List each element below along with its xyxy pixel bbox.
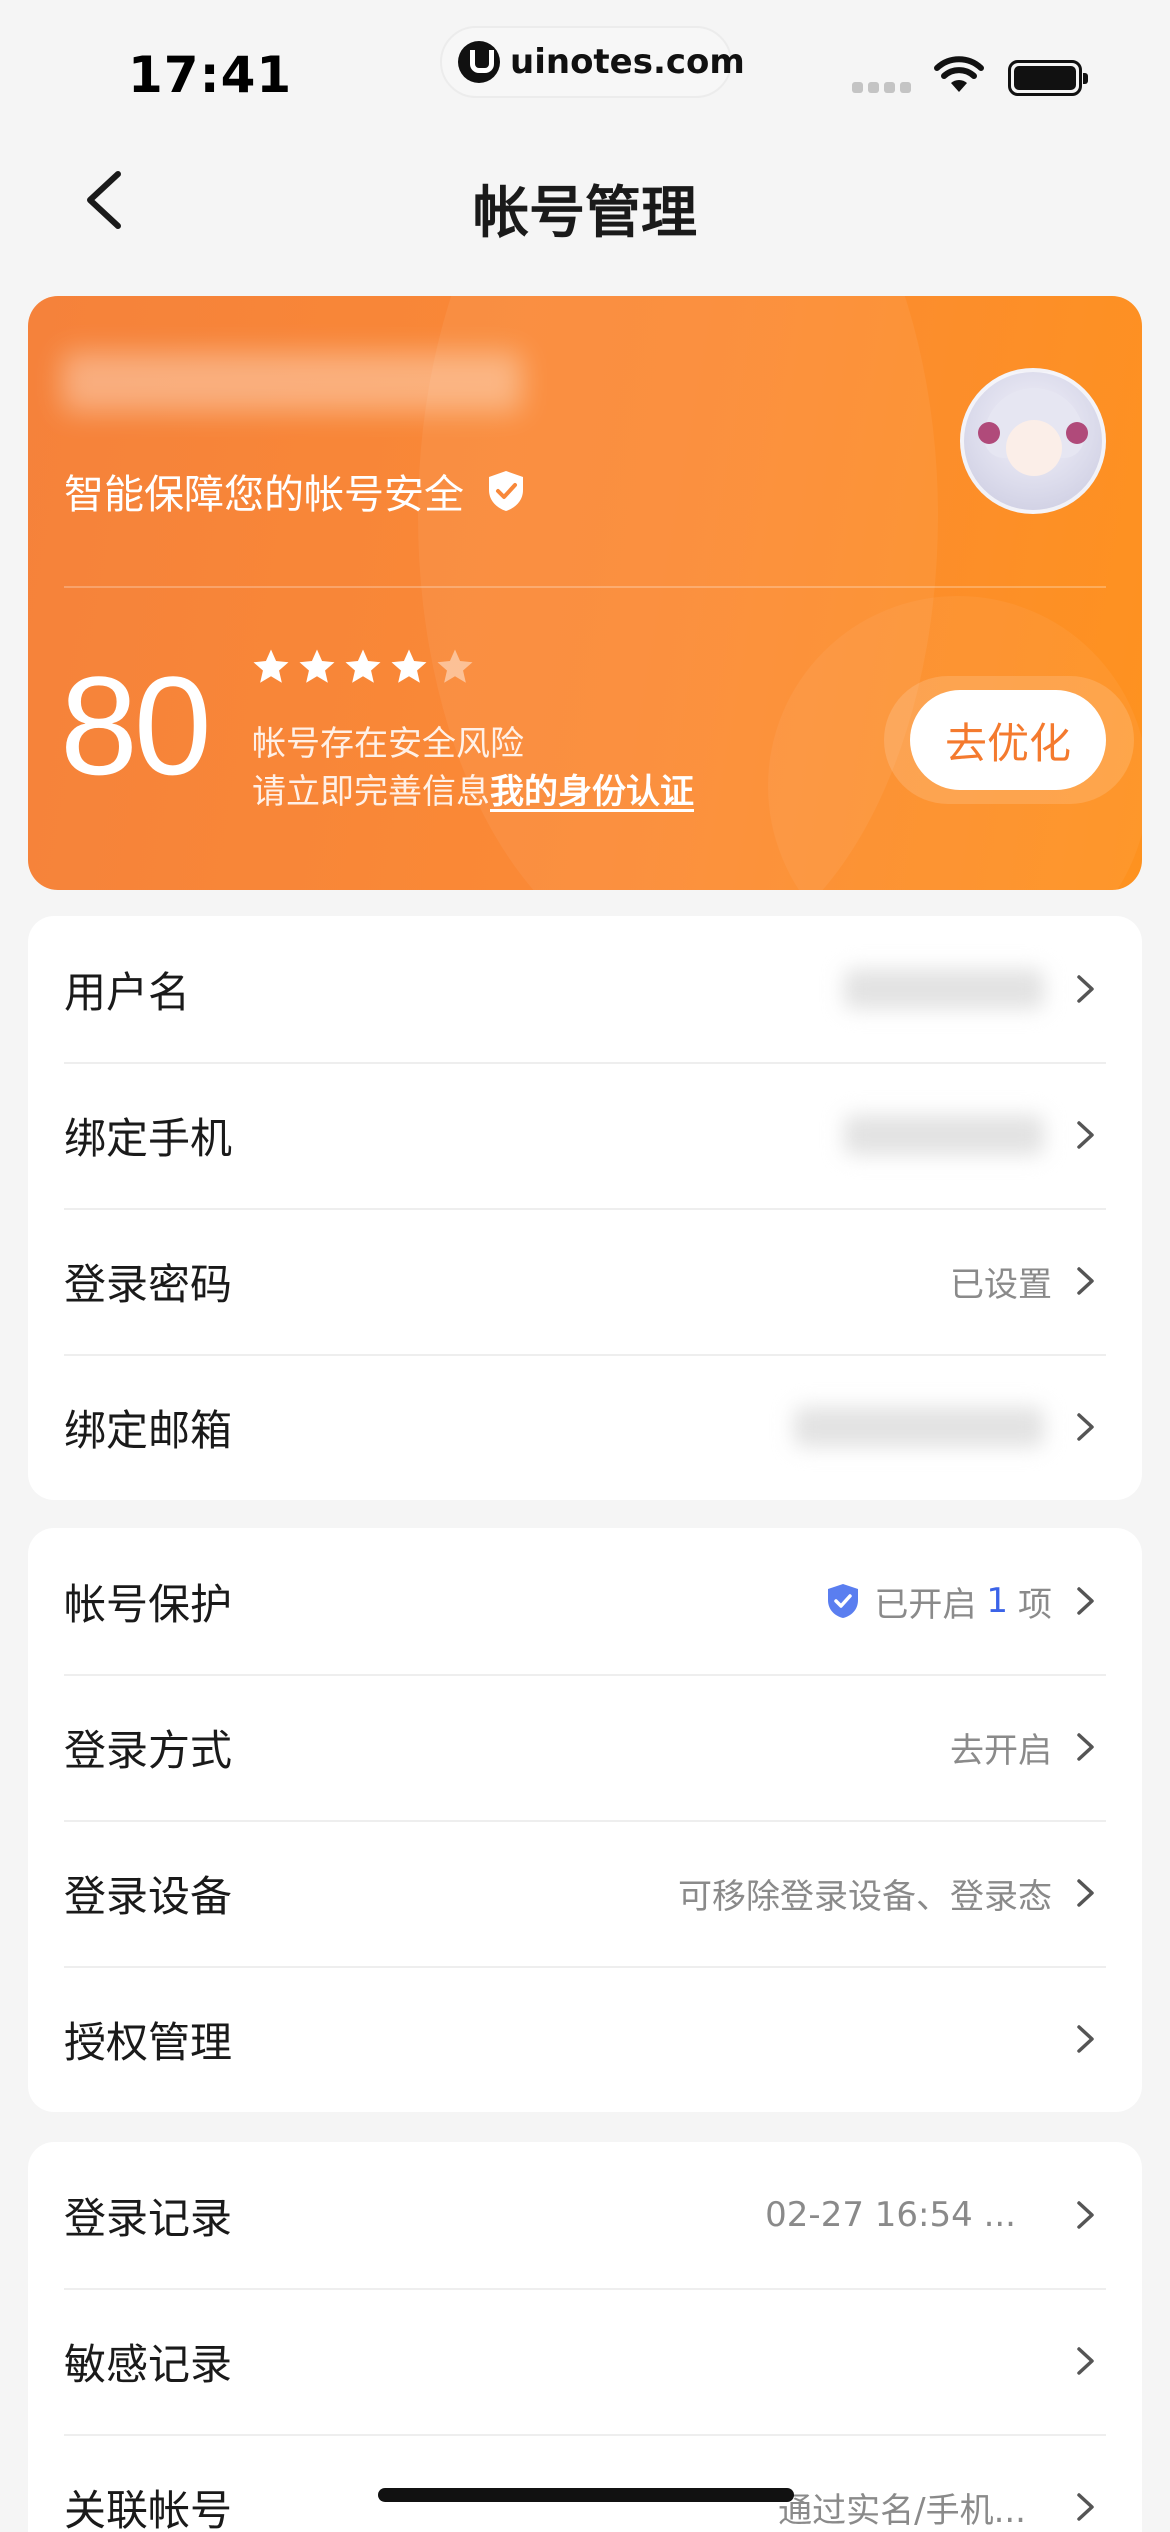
blurred-username xyxy=(62,352,522,412)
star-filled-icon xyxy=(253,649,289,683)
status-bar: 17:41 uinotes.com xyxy=(0,0,1170,130)
chevron-right-icon xyxy=(1077,1121,1094,1149)
row-label: 登录方式 xyxy=(64,1725,233,1775)
row-login-password[interactable]: 登录密码 已设置 xyxy=(28,1208,1142,1354)
row-login-method[interactable]: 登录方式 去开启 xyxy=(28,1674,1142,1820)
star-filled-icon xyxy=(345,649,381,683)
row-label: 敏感记录 xyxy=(64,2339,233,2389)
row-value: 通过实名/手机... xyxy=(778,2490,1026,2531)
row-bound-email[interactable]: 绑定邮箱 xyxy=(28,1354,1142,1500)
chevron-right-icon xyxy=(1077,1267,1094,1295)
identity-verification-link[interactable]: 我的身份认证 xyxy=(490,772,694,812)
protection-status-prefix: 已开启 xyxy=(874,1584,977,1625)
wifi-icon xyxy=(934,56,984,92)
row-value: 02-27 16:54 ... xyxy=(765,2195,1016,2235)
security-score: 80 xyxy=(60,647,212,804)
url-text: uinotes.com xyxy=(510,42,745,82)
protection-count: 1 xyxy=(986,1581,1008,1621)
row-label: 关联帐号 xyxy=(64,2485,233,2532)
nav-bar: 帐号管理 xyxy=(0,140,1170,260)
security-score-card: 智能保障您的帐号安全 80 帐号存在安全风险 请立即完善信息我的身份认证 去优化 xyxy=(28,296,1142,890)
risk-prompt: 请立即完善信息我的身份认证 xyxy=(252,764,694,813)
star-empty-icon xyxy=(437,649,473,683)
row-account-protection[interactable]: 帐号保护 已开启 1 项 xyxy=(28,1528,1142,1674)
chevron-right-icon xyxy=(1077,2493,1094,2521)
row-login-records[interactable]: 登录记录 02-27 16:54 ... xyxy=(28,2142,1142,2288)
row-value: 可移除登录设备、登录态 xyxy=(678,1876,1052,1917)
star-filled-icon xyxy=(391,649,427,683)
settings-group-basic: 用户名 绑定手机 登录密码 已设置 绑定邮箱 xyxy=(28,916,1142,1500)
shield-check-icon xyxy=(828,1584,859,1618)
row-label: 绑定邮箱 xyxy=(64,1405,233,1455)
avatar[interactable] xyxy=(960,368,1106,514)
optimize-button[interactable]: 去优化 xyxy=(910,690,1106,790)
home-indicator[interactable] xyxy=(378,2488,794,2502)
row-sensitive-records[interactable]: 敏感记录 xyxy=(28,2288,1142,2434)
row-value: 去开启 xyxy=(950,1730,1052,1771)
row-login-devices[interactable]: 登录设备 可移除登录设备、登录态 xyxy=(28,1820,1142,1966)
row-label: 登录设备 xyxy=(64,1871,233,1921)
battery-icon xyxy=(1008,60,1088,96)
chevron-right-icon xyxy=(1077,975,1094,1003)
row-label: 授权管理 xyxy=(64,2017,233,2067)
blurred-value xyxy=(844,969,1044,1009)
blurred-value xyxy=(794,1407,1044,1447)
chevron-right-icon xyxy=(1077,2201,1094,2229)
status-time: 17:41 xyxy=(128,46,293,104)
row-label: 登录密码 xyxy=(64,1259,233,1309)
rating-stars xyxy=(250,646,476,688)
account-management-page: 17:41 uinotes.com 帐号管理 智能保障您的帐号安全 80 帐号存… xyxy=(0,0,1170,2532)
chevron-right-icon xyxy=(1077,1733,1094,1761)
prompt-text: 请立即完善信息 xyxy=(252,772,490,812)
row-value: 已设置 xyxy=(950,1264,1052,1305)
row-label: 登录记录 xyxy=(64,2193,233,2243)
row-label: 用户名 xyxy=(64,967,191,1017)
chevron-right-icon xyxy=(1077,2025,1094,2053)
settings-group-security: 帐号保护 已开启 1 项 登录方式 去开启 登录设备 可移除登录设备、登录态 授… xyxy=(28,1528,1142,2112)
row-label: 绑定手机 xyxy=(64,1113,233,1163)
url-pill[interactable]: uinotes.com xyxy=(440,26,745,98)
chevron-right-icon xyxy=(1077,2347,1094,2375)
page-title: 帐号管理 xyxy=(473,181,697,246)
protection-status-suffix: 项 xyxy=(1018,1584,1052,1625)
row-username[interactable]: 用户名 xyxy=(28,916,1142,1062)
row-authorization-management[interactable]: 授权管理 xyxy=(28,1966,1142,2112)
chevron-right-icon xyxy=(1077,1413,1094,1441)
row-linked-accounts[interactable]: 关联帐号 通过实名/手机... xyxy=(28,2434,1142,2532)
security-subtitle-text: 智能保障您的帐号安全 xyxy=(64,472,464,518)
row-label: 帐号保护 xyxy=(64,1579,233,1629)
chevron-right-icon xyxy=(1077,1587,1094,1615)
risk-text: 帐号存在安全风险 xyxy=(252,724,524,764)
row-bound-phone[interactable]: 绑定手机 xyxy=(28,1062,1142,1208)
settings-group-records: 登录记录 02-27 16:54 ... 敏感记录 关联帐号 通过实名/手机..… xyxy=(28,2142,1142,2532)
security-subtitle: 智能保障您的帐号安全 xyxy=(64,462,526,520)
card-divider xyxy=(64,586,1106,588)
chevron-right-icon xyxy=(1077,1879,1094,1907)
cellular-signal-icon xyxy=(852,82,911,93)
blurred-value xyxy=(844,1115,1044,1155)
site-logo-icon xyxy=(458,41,500,83)
shield-check-icon xyxy=(489,471,523,511)
star-filled-icon xyxy=(299,649,335,683)
